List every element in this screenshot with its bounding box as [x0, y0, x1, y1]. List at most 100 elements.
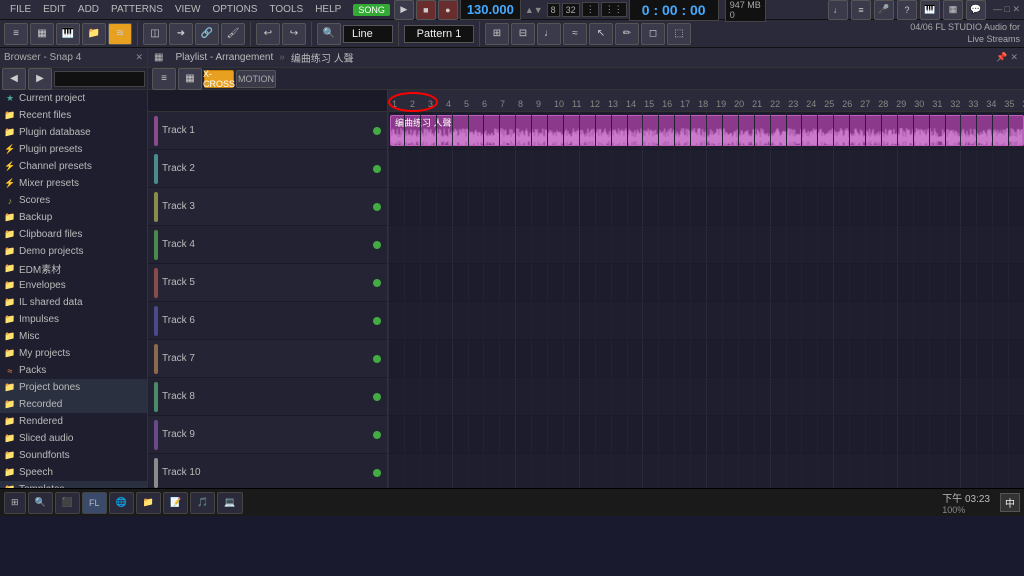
browser-item-12[interactable]: 📁IL shared data	[0, 294, 147, 311]
group-btn[interactable]: ⊞	[485, 23, 509, 45]
browser-item-9[interactable]: 📁Demo projects	[0, 243, 147, 260]
arrow-btn[interactable]: ➜	[169, 23, 193, 45]
browser-item-0[interactable]: ★Current project	[0, 90, 147, 107]
chain-btn[interactable]: 🔗	[195, 23, 219, 45]
track-row-6[interactable]: Track 7	[148, 340, 387, 378]
x-cross-btn[interactable]: X-CROSS	[204, 70, 234, 88]
track-row-9[interactable]: Track 10	[148, 454, 387, 488]
browser-item-4[interactable]: ⚡Channel presets	[0, 158, 147, 175]
grid-track-6[interactable]	[388, 340, 1024, 378]
step-seq-btn[interactable]: ▦	[30, 23, 54, 45]
stop-button[interactable]: ■	[416, 0, 436, 20]
browser-item-23[interactable]: 📁Templates	[0, 481, 147, 488]
menu-edit[interactable]: EDIT	[37, 0, 72, 19]
track-row-7[interactable]: Track 8	[148, 378, 387, 416]
playlist-btn[interactable]: ≋	[108, 23, 132, 45]
browser-item-3[interactable]: ⚡Plugin presets	[0, 141, 147, 158]
menu-view[interactable]: VIEW	[169, 0, 207, 19]
grid-track-2[interactable]	[388, 188, 1024, 226]
track-row-0[interactable]: Track 1	[148, 112, 387, 150]
browser-item-20[interactable]: 📁Sliced audio	[0, 430, 147, 447]
browser-item-2[interactable]: 📁Plugin database	[0, 124, 147, 141]
play-button[interactable]: ▶	[394, 0, 414, 20]
search-taskbar-btn[interactable]: 🔍	[28, 492, 53, 514]
track-row-8[interactable]: Track 9	[148, 416, 387, 454]
taskbar-app7[interactable]: 💻	[217, 492, 242, 514]
grid-track-5[interactable]	[388, 302, 1024, 340]
track-row-3[interactable]: Track 4	[148, 226, 387, 264]
browser-search[interactable]	[54, 71, 145, 87]
audio-clip-track1[interactable]: 编曲练习 人聲	[390, 115, 1024, 146]
browser-item-10[interactable]: 📁EDM素材	[0, 260, 147, 277]
erase-btn[interactable]: ◻	[641, 23, 665, 45]
taskbar-app4[interactable]: 📁	[136, 492, 161, 514]
notes-btn[interactable]: ♩	[537, 23, 561, 45]
start-btn[interactable]: ⊞	[4, 492, 26, 514]
stutter-btn[interactable]: ≈	[563, 23, 587, 45]
record-button[interactable]: ●	[438, 0, 458, 20]
browser-item-13[interactable]: 📁Impulses	[0, 311, 147, 328]
playlist-tb-list[interactable]: ≡	[152, 68, 176, 90]
menu-file[interactable]: FILE	[4, 0, 37, 19]
select-btn[interactable]: ⬚	[667, 23, 691, 45]
grid-track-1[interactable]	[388, 150, 1024, 188]
mixer-btn[interactable]: ≡	[4, 23, 28, 45]
menu-add[interactable]: ADD	[72, 0, 105, 19]
piano-roll-btn[interactable]: 🎹	[56, 23, 80, 45]
browser-item-11[interactable]: 📁Envelopes	[0, 277, 147, 294]
browser-item-7[interactable]: 📁Backup	[0, 209, 147, 226]
snap-btn[interactable]: ◫	[143, 23, 167, 45]
song-mode-badge[interactable]: SONG	[353, 4, 390, 16]
help-icon[interactable]: ?	[897, 0, 917, 20]
browser-btn[interactable]: 📁	[82, 23, 106, 45]
browser-item-19[interactable]: 📁Rendered	[0, 413, 147, 430]
grid-track-9[interactable]	[388, 454, 1024, 488]
browser-forward[interactable]: ▶	[28, 68, 52, 90]
mixer-icon[interactable]: ≡	[851, 0, 871, 20]
grid-track-4[interactable]	[388, 264, 1024, 302]
redo-btn[interactable]: ↪	[282, 23, 306, 45]
ime-indicator[interactable]: 中	[1000, 493, 1020, 512]
zoom-btn[interactable]: 🔍	[317, 23, 341, 45]
cursor-btn[interactable]: ↖	[589, 23, 613, 45]
track-row-5[interactable]: Track 6	[148, 302, 387, 340]
browser-item-5[interactable]: ⚡Mixer presets	[0, 175, 147, 192]
chat-icon[interactable]: 💬	[966, 0, 986, 20]
pen-btn[interactable]: ✏	[615, 23, 639, 45]
piano-icon[interactable]: 🎹	[920, 0, 940, 20]
bpm-display[interactable]: 130.000	[460, 0, 521, 20]
menu-options[interactable]: OPTIONS	[206, 0, 263, 19]
grid-track-7[interactable]	[388, 378, 1024, 416]
browser-item-6[interactable]: ♪Scores	[0, 192, 147, 209]
grid-btn[interactable]: ⊟	[511, 23, 535, 45]
playlist-tb-grid[interactable]: ▦	[178, 68, 202, 90]
taskbar-app1[interactable]: ⬛	[55, 492, 80, 514]
browser-item-22[interactable]: 📁Speech	[0, 464, 147, 481]
mic-icon[interactable]: 🎤	[874, 0, 894, 20]
taskbar-app2[interactable]: FL	[82, 492, 107, 514]
track-row-1[interactable]: Track 2	[148, 150, 387, 188]
playlist-close[interactable]: ✕	[1010, 52, 1018, 63]
menu-help[interactable]: HELP	[309, 0, 347, 19]
paint-btn[interactable]: 🖌	[221, 23, 245, 45]
browser-item-8[interactable]: 📁Clipboard files	[0, 226, 147, 243]
line-display[interactable]: Line	[343, 25, 393, 43]
undo-btn[interactable]: ↩	[256, 23, 280, 45]
track-row-2[interactable]: Track 3	[148, 188, 387, 226]
pattern-display[interactable]: Pattern 1	[404, 25, 474, 43]
playlist-pin[interactable]: 📌	[996, 52, 1007, 63]
grid-track-3[interactable]	[388, 226, 1024, 264]
browser-back[interactable]: ◀	[2, 68, 26, 90]
menu-patterns[interactable]: PATTERNS	[105, 0, 169, 19]
browser-item-18[interactable]: 📁Recorded	[0, 396, 147, 413]
browser-item-17[interactable]: 📁Project bones	[0, 379, 147, 396]
motion-btn[interactable]: MOTION	[236, 70, 276, 88]
taskbar-app3[interactable]: 🌐	[109, 492, 134, 514]
menu-tools[interactable]: TOOLS	[263, 0, 309, 19]
pattern-icon[interactable]: ▦	[943, 0, 963, 20]
browser-item-14[interactable]: 📁Misc	[0, 328, 147, 345]
metronome-icon[interactable]: ♩	[828, 0, 848, 20]
arrangement-grid[interactable]: 1234567891011121314151617181920212223242…	[388, 90, 1024, 488]
grid-track-8[interactable]	[388, 416, 1024, 454]
taskbar-app5[interactable]: 📝	[163, 492, 188, 514]
